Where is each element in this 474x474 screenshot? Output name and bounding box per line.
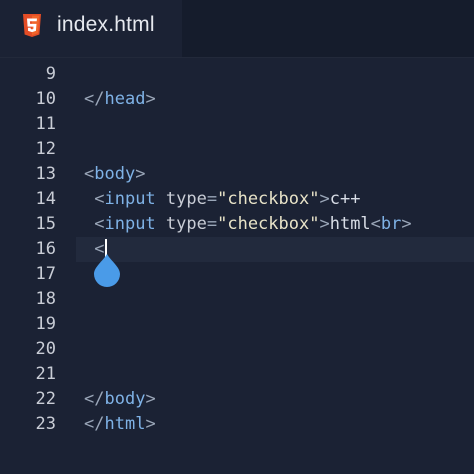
line-number: 16 — [35, 239, 56, 259]
line-number: 15 — [35, 214, 56, 234]
line-number: 20 — [35, 339, 56, 359]
code-token: c++ — [329, 189, 361, 209]
code-token: type — [155, 214, 207, 234]
line-number: 12 — [35, 139, 56, 159]
code-token: </ — [84, 414, 105, 434]
tab-filename: index.html — [57, 13, 155, 36]
code-line[interactable]: <input type="checkbox">html<br> — [84, 212, 412, 237]
selection-handle-icon[interactable] — [92, 253, 122, 287]
html5-icon — [23, 14, 41, 37]
line-number: 19 — [35, 314, 56, 334]
code-token: </ — [84, 389, 105, 409]
code-line[interactable]: <body> — [84, 162, 145, 187]
code-token: "checkbox" — [217, 214, 320, 234]
line-number: 9 — [45, 64, 56, 84]
tab-bar: index.html — [0, 0, 474, 58]
code-token: br — [380, 214, 402, 234]
line-number: 14 — [35, 189, 56, 209]
code-token: = — [206, 214, 218, 234]
code-token: type — [155, 189, 207, 209]
line-number: 10 — [35, 89, 56, 109]
line-number: 21 — [35, 364, 56, 384]
code-token: = — [206, 189, 218, 209]
code-line[interactable]: </head> — [84, 87, 156, 112]
code-token: html — [104, 414, 146, 434]
code-token: body — [104, 389, 146, 409]
code-line[interactable]: </body> — [84, 387, 156, 412]
line-number: 18 — [35, 289, 56, 309]
current-line-highlight — [76, 237, 474, 262]
code-token: > — [135, 164, 146, 184]
line-number: 23 — [35, 414, 56, 434]
code-token: < — [370, 214, 381, 234]
line-number: 22 — [35, 389, 56, 409]
code-line[interactable]: <input type="checkbox">c++ — [84, 187, 360, 212]
line-number: 11 — [35, 114, 56, 134]
code-token: input — [104, 214, 156, 234]
code-token: < — [84, 164, 95, 184]
tab-index-html[interactable]: index.html — [0, 0, 182, 57]
line-number: 13 — [35, 164, 56, 184]
code-token: > — [401, 214, 412, 234]
code-token: input — [104, 189, 156, 209]
code-token: < — [84, 214, 105, 234]
code-token: "checkbox" — [217, 189, 320, 209]
code-token: html — [329, 214, 371, 234]
code-token: > — [145, 89, 156, 109]
code-token: > — [319, 214, 330, 234]
code-token: > — [145, 389, 156, 409]
code-token: head — [104, 89, 146, 109]
code-token: < — [84, 189, 105, 209]
code-token: </ — [84, 89, 105, 109]
line-number: 17 — [35, 264, 56, 284]
code-editor[interactable]: 9 10 </head> 11 12 13 <body> 14 <input type="ch… — [0, 58, 474, 474]
code-token: body — [94, 164, 136, 184]
code-token: > — [319, 189, 330, 209]
code-token: > — [145, 414, 156, 434]
code-line[interactable]: </html> — [84, 412, 156, 437]
